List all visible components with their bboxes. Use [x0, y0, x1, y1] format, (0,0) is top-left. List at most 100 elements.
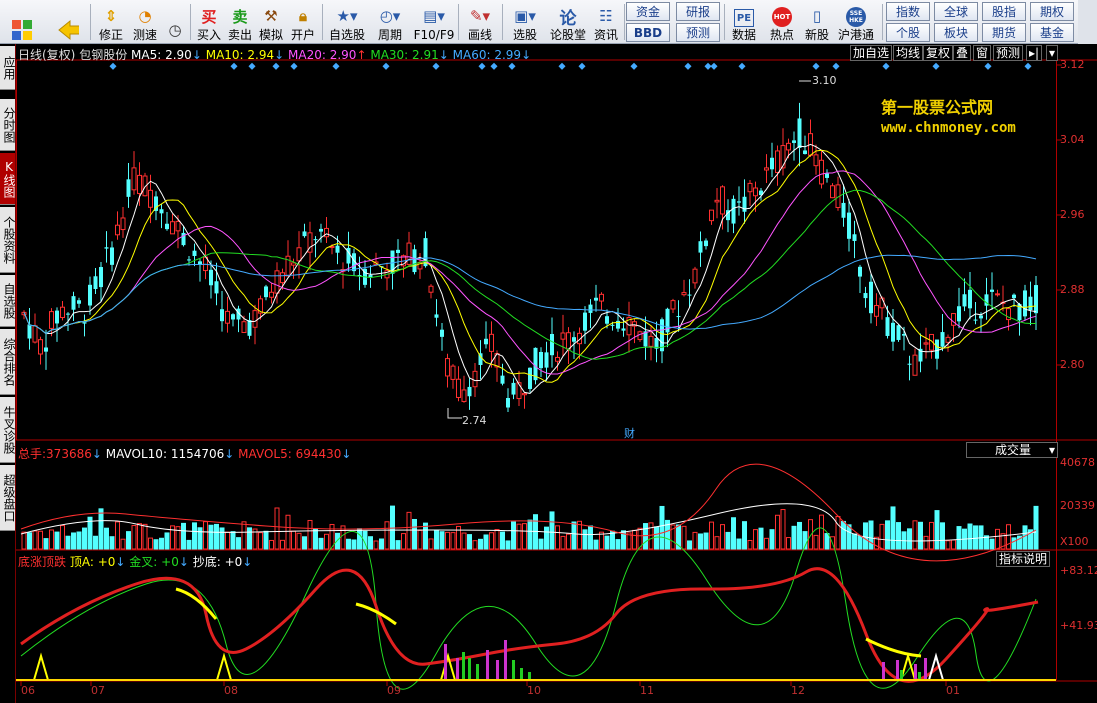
x-axis-label: 01	[946, 684, 960, 697]
volume-bar	[940, 522, 945, 550]
volume-bar	[148, 537, 153, 550]
volume-bar	[841, 520, 846, 550]
toolbar-btn-3[interactable]: 卖 卖出	[225, 2, 255, 43]
volume-bar	[544, 526, 549, 550]
indicator-cross-arrow: ↓	[178, 555, 189, 569]
toolbar-btn-9[interactable]: ✎▾ 画线	[460, 2, 500, 42]
bbd-button[interactable]: BBD	[626, 23, 670, 42]
research-report-button[interactable]: 研报	[676, 2, 720, 21]
ma30-value: MA30: 2.91	[370, 48, 439, 62]
chevron-down-icon[interactable]: ▾	[1046, 45, 1059, 61]
toolbar-btn-7[interactable]: ◴▾ 周期	[370, 2, 410, 42]
pencil-icon: ✎▾	[469, 7, 491, 25]
indicator-histogram-bar	[918, 672, 921, 680]
collapse-arrow-icon[interactable]: ▸|	[1026, 45, 1043, 61]
volume-bar	[819, 514, 824, 550]
candle-body-up	[764, 167, 769, 171]
hk-connect-icon: SSE HKE	[846, 7, 866, 27]
toolbar-btn-0[interactable]: ⇕ 修正	[94, 2, 128, 42]
toolbar-btn-10[interactable]: ▣▾ 选股	[504, 2, 546, 42]
volume-selector[interactable]: 成交量 ▾	[966, 442, 1058, 458]
tab-stock-profile[interactable]: 个股资料	[0, 207, 16, 273]
futures-button[interactable]: 期货	[982, 23, 1026, 42]
tab-order-book[interactable]: 超级盘口	[0, 465, 16, 531]
forecast-toggle-button[interactable]: 预测	[993, 45, 1024, 61]
candle-body-down	[940, 332, 945, 347]
kline-chart-panel[interactable]: 日线(复权) 包钢股份 MA5: 2.90↓ MA10: 2.94↓ MA20:…	[16, 44, 1097, 703]
candle-body-down	[583, 312, 587, 331]
candle-body-up	[329, 246, 335, 249]
mavol5-arrow: ↓	[341, 447, 352, 461]
tab-watchlist[interactable]: 自选股	[0, 275, 16, 327]
candle-body-up	[780, 145, 786, 169]
volume-bar	[566, 533, 571, 550]
indicator-top-arrow: ↓	[115, 555, 126, 569]
stock-name: 包钢股份	[79, 48, 128, 62]
volume-bar	[885, 520, 890, 550]
candle-body-down	[594, 297, 598, 301]
candle-body-down	[863, 293, 868, 299]
toolbar-btn-6[interactable]: ★▾ 自选股	[326, 2, 368, 42]
pe-icon: PE	[734, 9, 754, 27]
toolbar-btn-4[interactable]: ⚒ 模拟	[256, 2, 286, 42]
add-watchlist-button[interactable]: 加自选	[850, 45, 893, 61]
tab-ranking[interactable]: 综合排名	[0, 329, 16, 395]
window-button[interactable]: 窗	[973, 45, 992, 61]
candle-body-down	[544, 352, 549, 368]
overlay-button[interactable]: 叠	[953, 45, 972, 61]
toolbar-btn-16[interactable]: SSE HKE 沪港通	[834, 2, 878, 42]
volume-bar	[219, 527, 225, 550]
volume-bar	[87, 516, 93, 550]
finance-marker[interactable]: 财	[624, 425, 635, 441]
tab-diagnosis[interactable]: 牛叉诊股	[0, 397, 16, 463]
toolbar-btn-clock[interactable]: ◷	[160, 2, 190, 42]
global-button[interactable]: 全球	[934, 2, 978, 21]
indicator-help-button[interactable]: 指标说明	[996, 551, 1051, 567]
event-diamond-marker	[710, 62, 718, 70]
forecast-button[interactable]: 预测	[676, 23, 720, 42]
fund-button[interactable]: 基金	[1030, 23, 1074, 42]
event-diamond-marker	[578, 62, 586, 70]
indicator-histogram-bar	[512, 660, 515, 680]
volume-bar	[164, 532, 170, 550]
indicator-signal-triangle	[33, 652, 49, 681]
volume-bar	[230, 531, 236, 550]
candle-body-up	[296, 247, 302, 262]
candle-body-up	[489, 333, 494, 352]
candle-body-up	[747, 182, 753, 193]
toolbar-btn-12[interactable]: ☷ 资讯	[590, 2, 622, 42]
volume-bar	[60, 525, 65, 550]
volume-bar	[379, 538, 384, 550]
candle-body-up	[60, 306, 65, 319]
toolbar-btn-2[interactable]: 买 买入	[194, 2, 224, 43]
index-button[interactable]: 指数	[886, 2, 930, 21]
toolbar-btn-15[interactable]: ▯ 新股	[800, 2, 834, 42]
volume-bar	[225, 531, 230, 550]
volume-bar	[390, 505, 395, 550]
toolbar-btn-1[interactable]: ◔ 测速	[128, 2, 162, 42]
tab-intraday[interactable]: 分时图	[0, 99, 16, 151]
ma-settings-button[interactable]: 均线	[893, 45, 924, 61]
hammer-icon: ⚒	[264, 7, 278, 25]
kline-chart-canvas[interactable]	[16, 44, 1097, 703]
tab-kline[interactable]: K线图	[0, 153, 16, 205]
tab-apps[interactable]: 应用	[0, 46, 16, 90]
options-button[interactable]: 期权	[1030, 2, 1074, 21]
fund-flow-button[interactable]: 资金	[626, 2, 670, 21]
toolbar-btn-8[interactable]: ▤▾ F10/F9	[412, 2, 456, 42]
toolbar-btn-11[interactable]: 论 论股堂	[548, 2, 588, 43]
event-diamond-marker	[272, 62, 280, 70]
candle-body-up	[115, 224, 120, 236]
adjust-rights-button[interactable]: 复权	[923, 45, 954, 61]
toolbar-btn-14[interactable]: HOT 热点	[764, 2, 800, 42]
event-diamond-marker	[109, 62, 117, 70]
toolbar-btn-13[interactable]: PE 数据	[728, 2, 760, 42]
price-axis-label: 3.12	[1060, 58, 1085, 71]
menu-grid-button[interactable]	[4, 2, 40, 42]
sector-button[interactable]: 板块	[934, 23, 978, 42]
stock-index-futures-button[interactable]: 股指	[982, 2, 1026, 21]
back-button[interactable]	[50, 2, 86, 42]
stock-button[interactable]: 个股	[886, 23, 930, 42]
toolbar-btn-5[interactable]: 🔒︎ 开户	[288, 2, 318, 42]
volume-bar	[505, 540, 511, 550]
